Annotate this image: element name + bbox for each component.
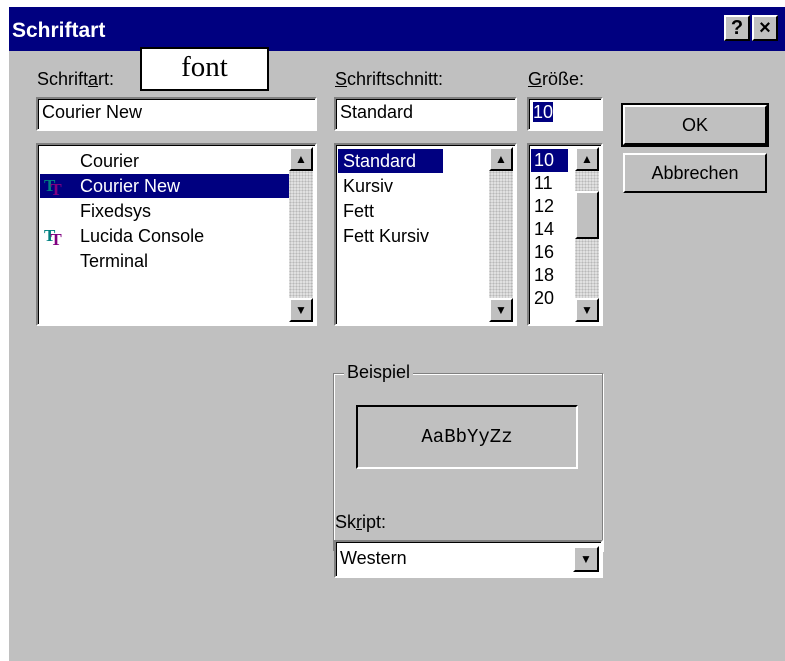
arrow-down-icon: ▼ (581, 303, 593, 317)
sample-label: Beispiel (344, 362, 414, 383)
scroll-down-button[interactable]: ▼ (489, 298, 513, 322)
font-list-item[interactable]: TT Lucida Console (40, 224, 290, 248)
size-input[interactable]: 10 (527, 97, 603, 131)
font-dialog: Schriftart ? × Schriftart: font Courier … (9, 7, 785, 661)
truetype-icon: TT (44, 226, 62, 249)
size-list-item[interactable]: 18 (531, 264, 568, 287)
size-list[interactable]: 10 11 12 14 16 18 20 ▲ ▼ (527, 143, 603, 326)
font-list-item-label: Courier (80, 151, 140, 171)
dropdown-button[interactable]: ▼ (573, 546, 599, 572)
ok-button[interactable]: OK (621, 103, 769, 147)
scroll-thumb[interactable] (575, 191, 599, 239)
font-list-item[interactable]: Fixedsys (40, 199, 290, 223)
arrow-up-icon: ▲ (581, 152, 593, 166)
help-icon: ? (730, 16, 744, 39)
cancel-button[interactable]: Abbrechen (623, 153, 767, 193)
font-list-item[interactable]: Courier (40, 149, 290, 173)
style-list-item[interactable]: Fett Kursiv (338, 224, 443, 248)
truetype-icon: TT (44, 176, 62, 199)
size-list-scrollbar[interactable]: ▲ ▼ (575, 147, 599, 322)
script-select[interactable]: Western ▼ (334, 540, 603, 578)
style-input[interactable]: Standard (334, 97, 517, 131)
style-list-item[interactable]: Kursiv (338, 174, 443, 198)
size-list-item[interactable]: 14 (531, 218, 568, 241)
arrow-down-icon: ▼ (295, 303, 307, 317)
style-list[interactable]: Standard Kursiv Fett Fett Kursiv ▲ ▼ (334, 143, 517, 326)
style-list-scrollbar[interactable]: ▲ ▼ (489, 147, 513, 322)
scroll-down-button[interactable]: ▼ (575, 298, 599, 322)
size-list-item[interactable]: 20 (531, 287, 568, 310)
help-button[interactable]: ? (724, 15, 750, 41)
scroll-up-button[interactable]: ▲ (289, 147, 313, 171)
size-input-value: 10 (533, 102, 554, 122)
font-list[interactable]: Courier TT Courier New Fixedsys TT Lucida Con… (36, 143, 317, 326)
style-list-item[interactable]: Fett (338, 199, 443, 223)
scroll-down-button[interactable]: ▼ (289, 298, 313, 322)
font-list-item-label: Lucida Console (80, 226, 205, 246)
annotation-box: font (140, 47, 269, 91)
close-icon: × (759, 16, 771, 39)
scroll-up-button[interactable]: ▲ (575, 147, 599, 171)
script-label: Skript: (335, 512, 387, 532)
font-list-item-label: Courier New (80, 176, 181, 196)
style-list-item[interactable]: Standard (338, 149, 443, 173)
style-label: Schriftschnitt: (335, 69, 444, 89)
close-button[interactable]: × (752, 15, 778, 41)
arrow-up-icon: ▲ (295, 152, 307, 166)
font-list-item[interactable]: Terminal (40, 249, 290, 273)
script-value: Western (340, 548, 407, 568)
sample-preview: AaBbYyZz (356, 405, 578, 469)
size-list-item[interactable]: 12 (531, 195, 568, 218)
font-list-item[interactable]: TT Courier New (40, 174, 290, 198)
size-label: Größe: (528, 69, 585, 89)
font-list-item-label: Fixedsys (80, 201, 152, 221)
scroll-up-button[interactable]: ▲ (489, 147, 513, 171)
size-list-item[interactable]: 11 (531, 172, 568, 195)
font-name-input[interactable]: Courier New (36, 97, 317, 131)
font-list-item-label: Terminal (80, 251, 149, 271)
chevron-down-icon: ▼ (580, 552, 592, 566)
dialog-title: Schriftart (12, 19, 106, 42)
arrow-down-icon: ▼ (495, 303, 507, 317)
size-list-item[interactable]: 10 (531, 149, 568, 172)
font-label: Schriftart: (37, 69, 115, 89)
font-list-scrollbar[interactable]: ▲ ▼ (289, 147, 313, 322)
title-bar[interactable]: Schriftart ? × (9, 7, 785, 51)
arrow-up-icon: ▲ (495, 152, 507, 166)
size-list-item[interactable]: 16 (531, 241, 568, 264)
